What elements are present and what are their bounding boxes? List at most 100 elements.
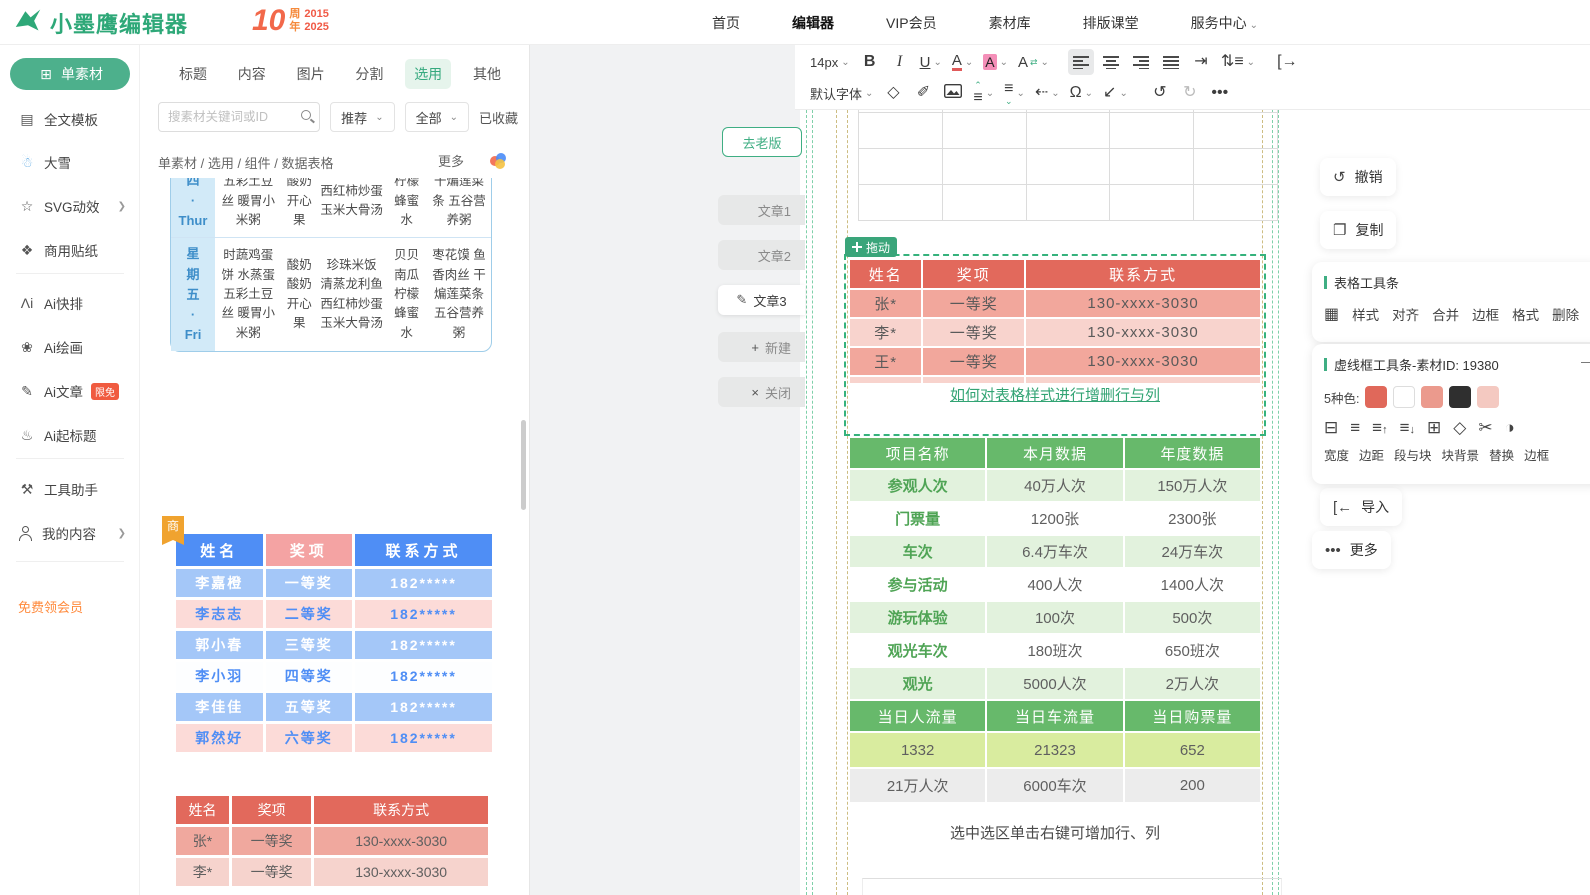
table-cell[interactable]: 150万人次 xyxy=(1124,470,1260,501)
table-cell[interactable]: 500次 xyxy=(1124,602,1260,633)
sidebar-item-ai-title[interactable]: ♨ Ai起标题 xyxy=(0,420,140,450)
drag-handle[interactable]: 拖动 xyxy=(845,237,898,257)
align-center-button[interactable] xyxy=(1098,49,1124,75)
width-label[interactable]: 宽度 xyxy=(1324,445,1349,464)
import-button[interactable]: [← 导入 xyxy=(1320,488,1403,526)
recommend-dropdown[interactable]: 推荐 ⌄ xyxy=(330,102,395,132)
table-header-cell[interactable]: 联系方式 xyxy=(1026,260,1260,288)
table-cell[interactable] xyxy=(858,148,943,185)
table-cell[interactable] xyxy=(1025,184,1111,221)
table-cell[interactable] xyxy=(941,184,1027,221)
table-cell[interactable] xyxy=(1109,112,1195,149)
sidebar-item-svg-animation[interactable]: ☆ SVG动效 ❯ xyxy=(0,191,140,221)
table-cell[interactable]: 张* xyxy=(850,290,922,317)
sidebar-item-ai-layout[interactable]: Λi Ai快排 xyxy=(0,288,140,318)
undo-float-button[interactable]: ↺ 撤销 xyxy=(1320,158,1396,196)
table-cell[interactable]: 车次 xyxy=(850,536,986,567)
border-label[interactable]: 边框 xyxy=(1524,445,1549,464)
all-dropdown[interactable]: 全部 ⌄ xyxy=(404,102,469,132)
nav-editor[interactable]: 编辑器 xyxy=(792,13,834,33)
sidebar-item-ai-painting[interactable]: ❀ Ai绘画 xyxy=(0,332,140,362)
color-swatch[interactable] xyxy=(1421,386,1444,408)
more-link[interactable]: 更多 xyxy=(438,151,464,170)
paragraph-up-icon[interactable]: ≡↑ xyxy=(1372,418,1387,438)
empty-table[interactable] xyxy=(858,110,1278,221)
red-prize-table-template[interactable]: 姓名 奖项 联系方式 张* 一等奖 130-xxxx-3030 李* 一等奖 130-xx… xyxy=(173,793,491,889)
italic-button[interactable]: I xyxy=(887,49,913,75)
tab-content[interactable]: 内容 xyxy=(229,59,275,89)
table-cell[interactable]: 100次 xyxy=(987,602,1123,633)
sidebar-item-tool-assistant[interactable]: ⚒ 工具助手 xyxy=(0,474,140,504)
align-justify-button[interactable] xyxy=(1158,49,1184,75)
nav-service-center[interactable]: 服务中心 ⌄ xyxy=(1191,13,1258,33)
line-height-dropdown[interactable]: ⇅≡ ⌄ xyxy=(1218,49,1258,75)
table-cell[interactable]: 5000人次 xyxy=(987,668,1123,699)
close-article-button[interactable]: × 关闭 xyxy=(718,377,805,407)
table-cell[interactable] xyxy=(1193,148,1278,185)
undo-button[interactable]: ↺ xyxy=(1147,80,1173,106)
table-header-cell[interactable]: 当日购票量 xyxy=(1124,701,1260,731)
blue-prize-table-template[interactable]: 姓名 奖项 联系方式 李嘉橙 一等奖 182***** 李志志 二等奖 182***** 郭… xyxy=(173,531,495,755)
bold-button[interactable]: B xyxy=(857,49,883,75)
table-cell[interactable]: 130-xxxx-3030 xyxy=(1026,290,1260,317)
table-cell[interactable] xyxy=(1109,184,1195,221)
logo[interactable]: 小墨鹰编辑器 xyxy=(14,6,188,39)
table-cell[interactable]: 652 xyxy=(1124,733,1260,767)
table-cell[interactable]: 1332 xyxy=(850,733,986,767)
paragraph-down-icon[interactable]: ≡↓ xyxy=(1400,418,1415,438)
more-tools-button[interactable]: ••• xyxy=(1207,80,1233,106)
underline-dropdown[interactable]: U ⌄ xyxy=(917,49,945,75)
table-merge-button[interactable]: 合并 xyxy=(1432,304,1459,324)
table-cell[interactable]: 200 xyxy=(1124,769,1260,802)
table-cell[interactable]: 观光车次 xyxy=(850,635,986,666)
nav-vip[interactable]: VIP会员 xyxy=(886,13,937,33)
new-article-button[interactable]: + 新建 xyxy=(718,332,805,362)
table-cell[interactable] xyxy=(941,148,1027,185)
table-cell[interactable] xyxy=(1109,148,1195,185)
table-cell[interactable]: 21万人次 xyxy=(850,769,986,802)
color-swatch[interactable] xyxy=(1449,386,1472,408)
table-cell[interactable]: 2万人次 xyxy=(1124,668,1260,699)
table-header-cell[interactable]: 当日人流量 xyxy=(850,701,986,731)
table-style-button[interactable]: 样式 xyxy=(1352,304,1379,324)
table-caption[interactable]: 选中选区单击右键可增加行、列 xyxy=(848,822,1262,843)
table-cell[interactable]: 一等奖 xyxy=(923,319,1025,346)
align-right-button[interactable] xyxy=(1128,49,1154,75)
table-cell[interactable]: 1400人次 xyxy=(1124,569,1260,600)
doc-tab-article1[interactable]: 文章1 xyxy=(718,195,805,225)
table-cell[interactable]: 一等奖 xyxy=(923,348,1025,375)
paragraph-block-label[interactable]: 段与块 xyxy=(1394,445,1432,464)
eraser-icon[interactable]: ◇ xyxy=(1453,418,1466,438)
table-cell[interactable] xyxy=(941,112,1027,149)
sidebar-item-full-template[interactable]: ▤ 全文模板 xyxy=(0,104,140,134)
search-input[interactable] xyxy=(159,103,297,131)
replace-label[interactable]: 替换 xyxy=(1489,445,1514,464)
clear-format-button[interactable]: ◇ xyxy=(880,80,906,106)
table-cell[interactable]: 李* xyxy=(850,319,922,346)
color-swatch[interactable] xyxy=(1393,386,1416,408)
table-cell[interactable] xyxy=(1025,148,1111,185)
table-cell[interactable]: 40万人次 xyxy=(987,470,1123,501)
table-header-cell[interactable]: 年度数据 xyxy=(1124,438,1260,468)
scissors-icon[interactable]: ✂ xyxy=(1478,418,1492,438)
table-cell[interactable] xyxy=(858,184,943,221)
empty-table-bottom[interactable] xyxy=(862,878,1282,895)
duplicate-icon[interactable]: ⊞ xyxy=(1427,418,1441,438)
contrast-icon[interactable]: ◑ xyxy=(1505,418,1515,438)
copy-float-button[interactable]: ❐ 复制 xyxy=(1320,211,1397,249)
width-icon[interactable]: ⊟ xyxy=(1324,418,1338,438)
highlight-block-dropdown[interactable]: Ω ⌄ xyxy=(1067,80,1096,106)
favorites-filter[interactable]: 已收藏 xyxy=(479,108,518,127)
color-swatch[interactable] xyxy=(1477,386,1500,408)
table-cell[interactable]: 6000车次 xyxy=(987,769,1123,802)
sidebar-item-ai-article[interactable]: ✎ Ai文章 限免 xyxy=(0,376,140,406)
table-help-link[interactable]: 如何对表格样式进行增删行与列 xyxy=(848,383,1262,409)
breadcrumb-text[interactable]: 单素材 / 选用 / 组件 / 数据表格 xyxy=(158,153,334,172)
redo-button[interactable]: ↻ xyxy=(1177,80,1203,106)
minimize-icon[interactable]: — xyxy=(1581,354,1590,369)
font-color-dropdown[interactable]: A ⌄ xyxy=(949,49,976,75)
font-size-dropdown[interactable]: 14px ⌄ xyxy=(807,49,853,75)
margin-icon[interactable]: ≡ xyxy=(1350,418,1360,438)
tab-title[interactable]: 标题 xyxy=(170,59,216,89)
doc-tab-article3[interactable]: ✎ 文章3 xyxy=(718,285,805,315)
